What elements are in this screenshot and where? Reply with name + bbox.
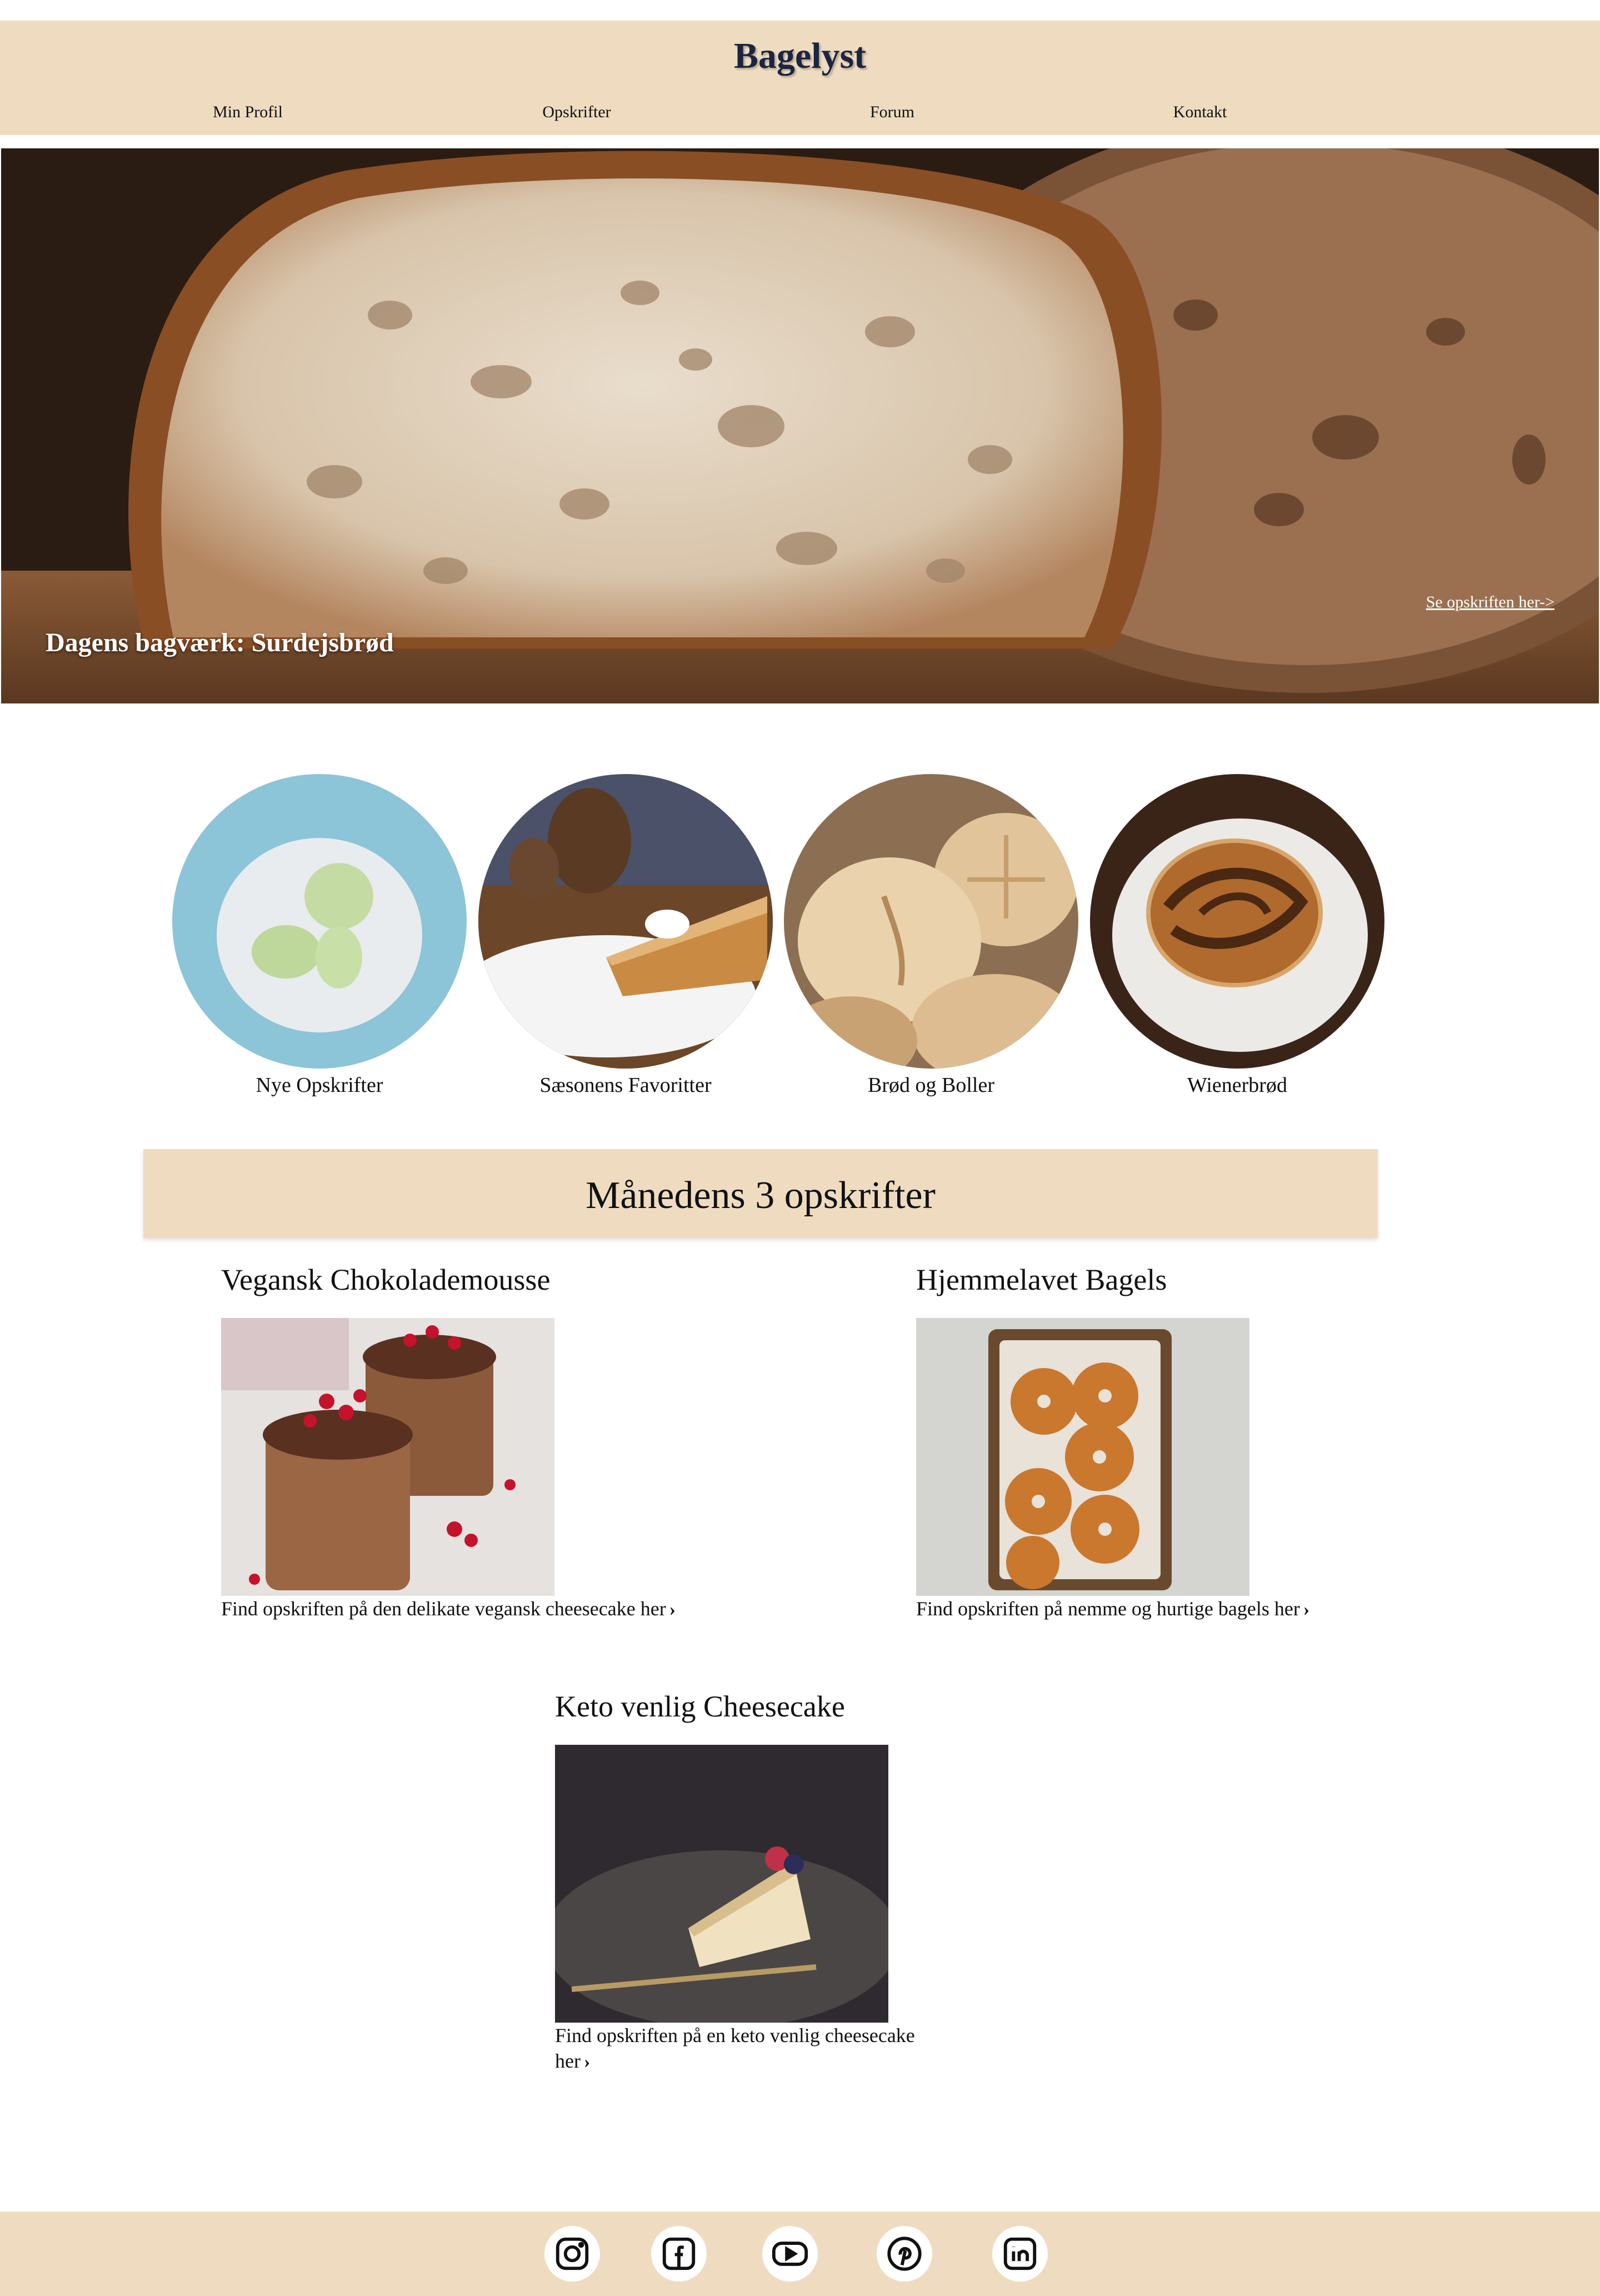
category-wienerbroed[interactable]: Wienerbrød <box>1090 774 1384 1097</box>
category-label[interactable]: Sæsonens Favoritter <box>478 1073 773 1097</box>
site-footer <box>0 2212 1600 2296</box>
chevron-right-icon: › <box>669 1599 676 1620</box>
recipe-image[interactable] <box>221 1318 554 1596</box>
chevron-right-icon: › <box>583 2052 591 2072</box>
apple-plate-image <box>172 774 467 1069</box>
nav-forum[interactable]: Forum <box>870 103 914 122</box>
category-label[interactable]: Wienerbrød <box>1090 1073 1384 1097</box>
recipe-title[interactable]: Hjemmelavet Bagels <box>916 1262 1309 1297</box>
pumpkin-pie-image <box>478 774 773 1069</box>
category-image[interactable] <box>172 774 467 1069</box>
recipe-image[interactable] <box>555 1745 888 2023</box>
cheesecake-image <box>555 1745 888 2023</box>
hero-title: Dagens bagværk: Surdejsbrød <box>46 628 394 657</box>
chocolate-mousse-image <box>221 1318 554 1596</box>
linkedin-icon[interactable] <box>992 2226 1048 2282</box>
recipe-link[interactable]: Find opskriften på den delikate vegansk … <box>221 1596 676 1623</box>
monthly-recipes-banner: Månedens 3 opskrifter <box>143 1149 1378 1238</box>
chevron-right-icon: › <box>1303 1599 1310 1620</box>
category-image[interactable] <box>784 774 1078 1069</box>
category-image[interactable] <box>1090 774 1384 1069</box>
recipe-card-cheesecake: Keto venlig Cheesecake Find opskriften p… <box>555 1689 955 2075</box>
category-label[interactable]: Brød og Boller <box>784 1073 1078 1097</box>
sourdough-bread-image <box>1 148 1599 703</box>
recipe-link[interactable]: Find opskriften på nemme og hurtige bage… <box>916 1596 1309 1623</box>
recipe-card-chokolademousse: Vegansk Chokolademousse Find opskriften … <box>221 1262 676 1623</box>
nav-min-profil[interactable]: Min Profil <box>213 103 283 122</box>
facebook-icon[interactable] <box>651 2226 707 2282</box>
recipe-title[interactable]: Vegansk Chokolademousse <box>221 1262 676 1297</box>
recipe-image[interactable] <box>916 1318 1249 1596</box>
pinterest-icon[interactable] <box>877 2226 932 2282</box>
monthly-recipes-title: Månedens 3 opskrifter <box>586 1174 936 1217</box>
category-image[interactable] <box>478 774 773 1069</box>
category-broed-og-boller[interactable]: Brød og Boller <box>784 774 1078 1097</box>
nav-opskrifter[interactable]: Opskrifter <box>542 103 611 122</box>
nav-kontakt[interactable]: Kontakt <box>1173 103 1227 122</box>
cinnamon-bun-image <box>1090 774 1384 1069</box>
site-header: Bagelyst Min Profil Opskrifter Forum Kon… <box>0 21 1600 135</box>
bread-rolls-image <box>784 774 1078 1069</box>
category-nye-opskrifter[interactable]: Nye Opskrifter <box>172 774 467 1097</box>
recipe-link[interactable]: Find opskriften på en keto venlig cheese… <box>555 2023 955 2075</box>
hero-recipe-link[interactable]: Se opskriften her-> <box>1426 593 1554 612</box>
recipe-card-bagels: Hjemmelavet Bagels Find opskriften på ne… <box>916 1262 1309 1623</box>
category-label[interactable]: Nye Opskrifter <box>172 1073 467 1097</box>
category-saesonens-favoritter[interactable]: Sæsonens Favoritter <box>478 774 773 1097</box>
recipe-title[interactable]: Keto venlig Cheesecake <box>555 1689 955 1724</box>
youtube-icon[interactable] <box>762 2226 818 2282</box>
hero-banner: Dagens bagværk: Surdejsbrød Se opskrifte… <box>1 148 1599 703</box>
site-logo[interactable]: Bagelyst <box>0 35 1600 77</box>
instagram-icon[interactable] <box>544 2226 600 2282</box>
bagels-basket-image <box>916 1318 1249 1596</box>
